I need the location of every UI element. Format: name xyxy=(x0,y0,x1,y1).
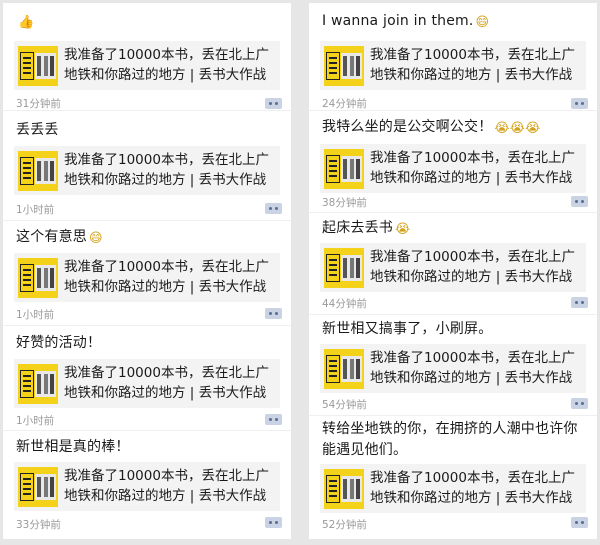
book-cover-thumbnail xyxy=(324,469,364,509)
post-text: 好赞的活动！ xyxy=(16,333,279,354)
emoji-icon: 😄 xyxy=(475,15,490,30)
more-dots-icon[interactable] xyxy=(265,414,282,425)
post-text-content: 这个有意思 xyxy=(16,229,87,245)
post-text: 这个有意思 😄 xyxy=(16,227,279,248)
more-dots-icon[interactable] xyxy=(571,98,588,109)
post-text: I wanna join in them. 😄 xyxy=(322,11,585,32)
right-feed-panel: I wanna join in them. 😄 我准备了10000本书，丢在北上广… xyxy=(309,3,597,539)
shared-link-card[interactable]: 我准备了10000本书，丢在北上广地铁和你路过的地方 | 丢书大作战 xyxy=(14,41,280,90)
more-dots-icon[interactable] xyxy=(265,517,282,528)
divider xyxy=(3,220,291,221)
book-cover-thumbnail xyxy=(324,349,364,389)
book-cover-thumbnail xyxy=(18,151,58,191)
shared-link-title: 我准备了10000本书，丢在北上广地铁和你路过的地方 | 丢书大作战 xyxy=(64,365,269,401)
more-dots-icon[interactable] xyxy=(265,308,282,319)
shared-link-title: 我准备了10000本书，丢在北上广地铁和你路过的地方 | 丢书大作战 xyxy=(370,150,575,186)
book-cover-thumbnail xyxy=(18,364,58,404)
shared-link-card[interactable]: 我准备了10000本书，丢在北上广地铁和你路过的地方 | 丢书大作战 xyxy=(14,462,280,511)
post-text-content: 好赞的活动！ xyxy=(16,335,102,351)
more-dots-icon[interactable] xyxy=(571,517,588,528)
shared-link-card[interactable]: 我准备了10000本书，丢在北上广地铁和你路过的地方 | 丢书大作战 xyxy=(14,253,280,302)
emoji-icon: 😭😭😭 xyxy=(494,121,541,136)
post-timestamp: 52分钟前 xyxy=(322,519,367,531)
post-text-content: 新世相是真的棒！ xyxy=(16,439,130,455)
post-text-content: 丢丢丢 xyxy=(16,122,59,138)
book-cover-thumbnail xyxy=(18,258,58,298)
post-timestamp: 24分钟前 xyxy=(322,98,367,110)
shared-link-card[interactable]: 我准备了10000本书，丢在北上广地铁和你路过的地方 | 丢书大作战 xyxy=(320,344,586,393)
shared-link-card[interactable]: 我准备了10000本书，丢在北上广地铁和你路过的地方 | 丢书大作战 xyxy=(320,243,586,292)
shared-link-title: 我准备了10000本书，丢在北上广地铁和你路过的地方 | 丢书大作战 xyxy=(64,47,269,83)
post-text: 起床去丢书 😭 xyxy=(322,218,585,239)
shared-link-title: 我准备了10000本书，丢在北上广地铁和你路过的地方 | 丢书大作战 xyxy=(64,259,269,295)
post-timestamp: 1小时前 xyxy=(16,204,55,216)
shared-link-title: 我准备了10000本书，丢在北上广地铁和你路过的地方 | 丢书大作战 xyxy=(370,350,575,386)
emoji-icon: 😄 xyxy=(89,231,103,246)
book-cover-thumbnail xyxy=(324,248,364,288)
more-dots-icon[interactable] xyxy=(265,98,282,109)
more-dots-icon[interactable] xyxy=(571,196,588,207)
more-dots-icon[interactable] xyxy=(265,203,282,214)
post-text: 转给坐地铁的你，在拥挤的人潮中也许你能遇见他们。 xyxy=(322,419,585,461)
post-timestamp: 54分钟前 xyxy=(322,399,367,411)
post-text-content: I wanna join in them. xyxy=(322,13,474,29)
divider xyxy=(309,212,597,213)
shared-link-card[interactable]: 我准备了10000本书，丢在北上广地铁和你路过的地方 | 丢书大作战 xyxy=(320,144,586,193)
shared-link-card[interactable]: 我准备了10000本书，丢在北上广地铁和你路过的地方 | 丢书大作战 xyxy=(320,464,586,513)
shared-link-title: 我准备了10000本书，丢在北上广地铁和你路过的地方 | 丢书大作战 xyxy=(64,152,269,188)
post-timestamp: 44分钟前 xyxy=(322,298,367,310)
post-text: 我特么坐的是公交啊公交！ 😭😭😭 xyxy=(322,117,585,138)
divider xyxy=(3,430,291,431)
shared-link-title: 我准备了10000本书，丢在北上广地铁和你路过的地方 | 丢书大作战 xyxy=(370,47,575,83)
post-text: 新世相是真的棒！ xyxy=(16,437,279,458)
book-cover-thumbnail xyxy=(324,149,364,189)
post-timestamp: 38分钟前 xyxy=(322,197,367,209)
post-text: 新世相又搞事了，小刷屏。 xyxy=(322,319,585,340)
post-text: 👍 xyxy=(16,11,279,32)
shared-link-card[interactable]: 我准备了10000本书，丢在北上广地铁和你路过的地方 | 丢书大作战 xyxy=(14,146,280,195)
shared-link-title: 我准备了10000本书，丢在北上广地铁和你路过的地方 | 丢书大作战 xyxy=(370,470,575,506)
post-text: 丢丢丢 xyxy=(16,120,279,141)
post-timestamp: 31分钟前 xyxy=(16,98,61,110)
divider xyxy=(3,110,291,111)
left-feed-panel: 👍 我准备了10000本书，丢在北上广地铁和你路过的地方 | 丢书大作战 31分… xyxy=(3,3,291,539)
divider xyxy=(309,110,597,111)
book-cover-thumbnail xyxy=(18,46,58,86)
post-text-content: 起床去丢书 xyxy=(322,220,393,236)
post-timestamp: 1小时前 xyxy=(16,309,55,321)
shared-link-title: 我准备了10000本书，丢在北上广地铁和你路过的地方 | 丢书大作战 xyxy=(64,468,269,504)
book-cover-thumbnail xyxy=(324,46,364,86)
divider xyxy=(309,415,597,416)
post-text-content: 转给坐地铁的你，在拥挤的人潮中也许你能遇见他们。 xyxy=(322,421,578,458)
post-text-content: 新世相又搞事了，小刷屏。 xyxy=(322,321,493,337)
emoji-icon: 😭 xyxy=(395,222,411,237)
post-timestamp: 33分钟前 xyxy=(16,519,61,531)
book-cover-thumbnail xyxy=(18,467,58,507)
shared-link-title: 我准备了10000本书，丢在北上广地铁和你路过的地方 | 丢书大作战 xyxy=(370,249,575,285)
more-dots-icon[interactable] xyxy=(571,398,588,409)
post-timestamp: 1小时前 xyxy=(16,415,55,427)
divider xyxy=(309,314,597,315)
more-dots-icon[interactable] xyxy=(571,297,588,308)
post-text-content: 我特么坐的是公交啊公交！ xyxy=(322,119,493,135)
emoji-icon: 👍 xyxy=(18,15,35,30)
shared-link-card[interactable]: 我准备了10000本书，丢在北上广地铁和你路过的地方 | 丢书大作战 xyxy=(320,41,586,90)
divider xyxy=(3,325,291,326)
shared-link-card[interactable]: 我准备了10000本书，丢在北上广地铁和你路过的地方 | 丢书大作战 xyxy=(14,359,280,408)
